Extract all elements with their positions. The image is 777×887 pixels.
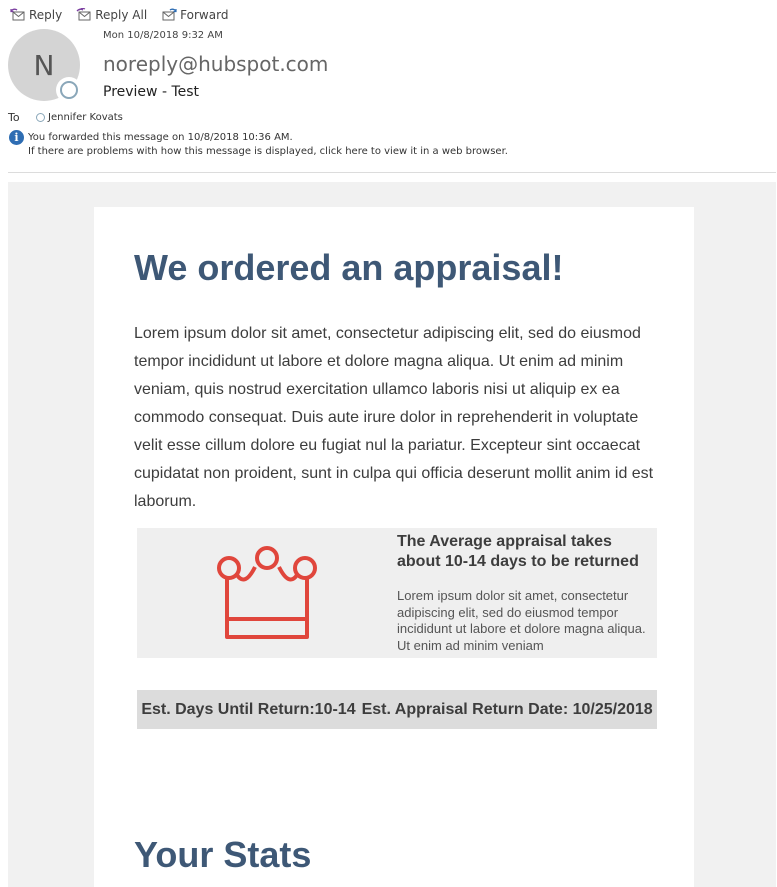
- info-icon: i: [9, 130, 24, 145]
- presence-status-icon: [56, 77, 82, 103]
- stats-heading: Your Stats: [134, 834, 312, 875]
- return-date: Est. Appraisal Return Date: 10/25/2018: [361, 700, 653, 718]
- forwarded-notice: You forwarded this message on 10/8/2018 …: [28, 132, 293, 143]
- info-bar[interactable]: You forwarded this message on 10/8/2018 …: [28, 131, 508, 159]
- reply-label: Reply: [29, 8, 63, 22]
- reply-icon: [10, 8, 25, 21]
- recipient-presence-icon: [36, 113, 45, 122]
- email-paragraph: Lorem ipsum dolor sit amet, consectetur …: [134, 325, 654, 510]
- reply-all-label: Reply All: [95, 8, 148, 22]
- feature-text: Lorem ipsum dolor sit amet, consectetur …: [397, 588, 646, 653]
- recipient-name[interactable]: Jennifer Kovats: [48, 112, 123, 123]
- message-toolbar: Reply Reply All Forward: [10, 6, 228, 24]
- forward-button[interactable]: Forward: [161, 6, 228, 24]
- return-estimate-bar: Est. Days Until Return:10-14 Est. Apprai…: [137, 690, 657, 729]
- crown-icon: [217, 546, 317, 639]
- sender-address[interactable]: noreply@hubspot.com: [103, 52, 328, 76]
- days-until-return: Est. Days Until Return:10-14: [141, 700, 356, 718]
- reply-all-icon: [76, 8, 91, 21]
- forward-icon: [162, 8, 177, 21]
- message-date: Mon 10/8/2018 9:32 AM: [103, 30, 223, 41]
- web-browser-notice[interactable]: If there are problems with how this mess…: [28, 145, 508, 159]
- feature-title: The Average appraisal takes about 10-14 …: [397, 533, 639, 570]
- to-label: To: [8, 111, 20, 124]
- header-divider: [8, 172, 776, 173]
- email-title: We ordered an appraisal!: [134, 247, 564, 288]
- message-subject: Preview - Test: [103, 84, 200, 100]
- avatar-initial: N: [33, 48, 55, 82]
- reply-all-button[interactable]: Reply All: [76, 6, 147, 24]
- forward-label: Forward: [180, 8, 229, 22]
- recipient-row: To Jennifer Kovats: [8, 111, 123, 124]
- reply-button[interactable]: Reply: [10, 6, 62, 24]
